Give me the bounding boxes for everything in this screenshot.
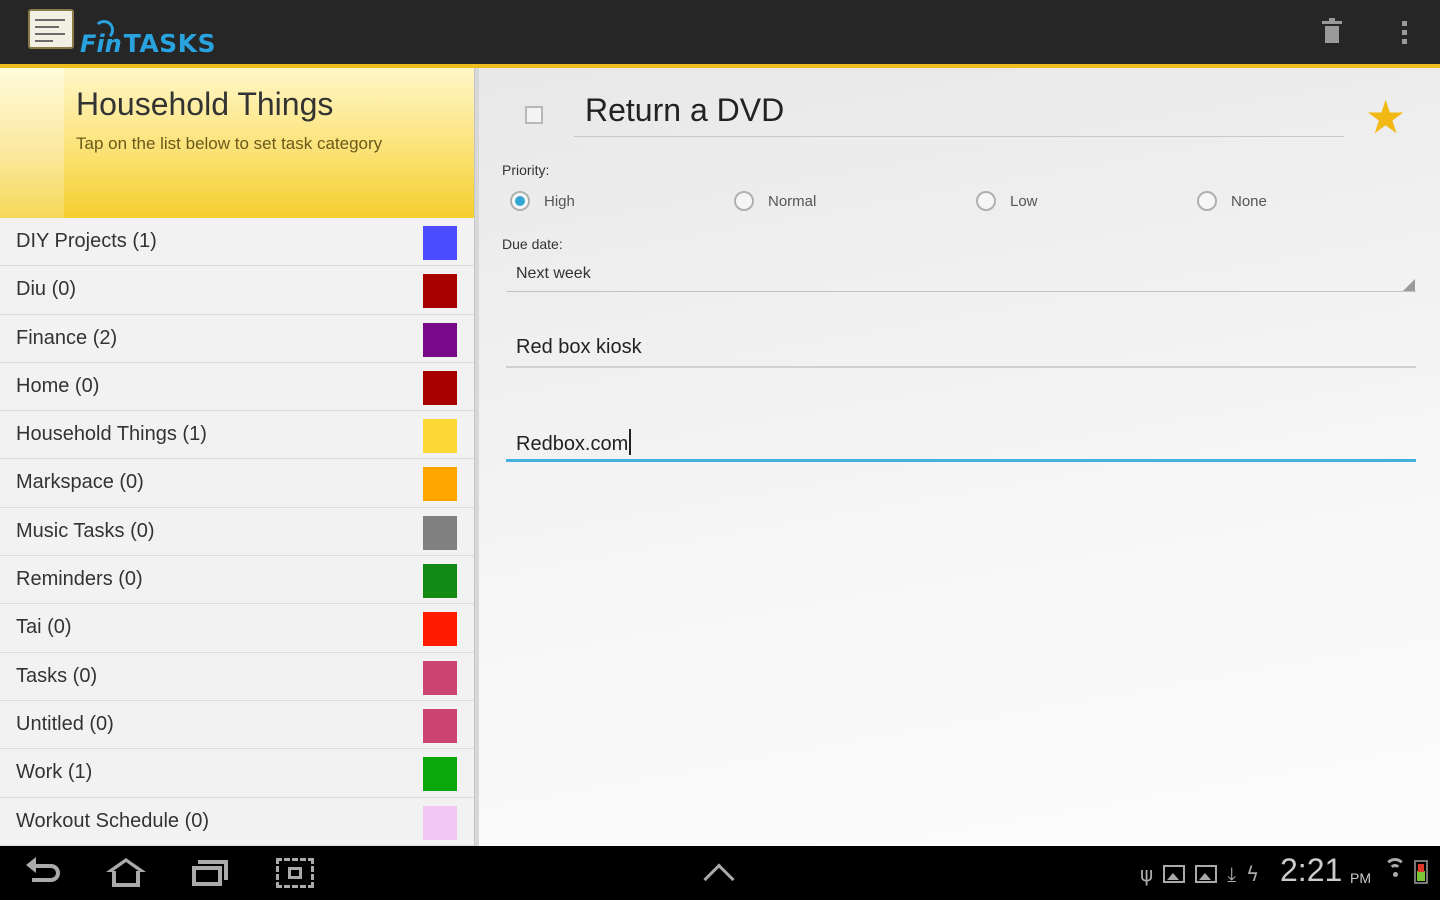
radio-icon — [734, 191, 754, 211]
overflow-menu-icon — [1401, 20, 1407, 44]
category-item[interactable]: Home (0) — [0, 363, 474, 412]
category-item[interactable]: Household Things (1) — [0, 411, 474, 460]
clock-time[interactable]: 2:21 — [1280, 852, 1342, 889]
task-detail: Return a DVD ★ Priority: High Normal Low No… — [479, 68, 1440, 846]
category-item[interactable]: Markspace (0) — [0, 459, 474, 508]
priority-option-label: None — [1231, 192, 1267, 210]
category-item[interactable]: Work (1) — [0, 749, 474, 798]
radio-icon — [976, 191, 996, 211]
category-item[interactable]: Diu (0) — [0, 266, 474, 315]
category-label: Work (1) — [16, 761, 93, 784]
system-bar: ψ ⤓ ϟ 2:21 PM — [0, 846, 1440, 900]
screenshot-button[interactable] — [274, 856, 318, 890]
priority-option-label: High — [544, 192, 575, 210]
due-date-label: Due date: — [502, 236, 563, 252]
download-icon: ⤓ — [1227, 862, 1237, 886]
category-label: Markspace (0) — [16, 471, 144, 494]
category-item[interactable]: DIY Projects (1) — [0, 218, 474, 267]
image-icon — [1195, 865, 1218, 883]
category-color-swatch — [423, 612, 457, 647]
url-field[interactable]: Redbox.com — [516, 429, 632, 456]
category-header: Household Things Tap on the list below t… — [0, 68, 474, 218]
notification-icons[interactable]: ψ ⤓ ϟ — [1140, 860, 1259, 888]
category-item[interactable]: Finance (2) — [0, 315, 474, 363]
note-underline — [506, 366, 1416, 368]
category-subtitle: Tap on the list below to set task catego… — [76, 134, 383, 153]
category-label: Untitled (0) — [16, 712, 114, 735]
priority-option[interactable]: None — [1197, 191, 1267, 211]
category-color-swatch — [423, 419, 457, 454]
due-date-underline — [506, 291, 1416, 292]
priority-option[interactable]: Low — [976, 191, 1038, 211]
priority-option[interactable]: High — [510, 191, 575, 211]
category-color-swatch — [423, 322, 457, 357]
priority-label: Priority: — [502, 162, 550, 178]
category-item[interactable]: Tai (0) — [0, 604, 474, 653]
sync-icon: ϟ — [1246, 862, 1260, 886]
home-icon — [106, 858, 146, 872]
note-field[interactable]: Red box kiosk — [516, 336, 642, 359]
wifi-icon — [1384, 858, 1406, 880]
overflow-menu-button[interactable] — [1386, 14, 1422, 50]
category-title: Household Things — [76, 86, 334, 122]
category-color-swatch — [423, 515, 457, 550]
category-label: Tasks (0) — [16, 664, 98, 687]
url-field-text: Redbox.com — [516, 433, 629, 455]
url-underline-focused — [506, 459, 1416, 462]
category-item[interactable]: Tasks (0) — [0, 653, 474, 701]
task-title-input[interactable]: Return a DVD — [585, 92, 784, 129]
home-button[interactable] — [104, 856, 148, 890]
priority-option-label: Low — [1010, 192, 1038, 210]
trash-icon — [1322, 18, 1342, 43]
category-color-swatch — [423, 757, 457, 792]
app-logo: Fin TASKS — [80, 12, 216, 56]
category-item[interactable]: Untitled (0) — [0, 701, 474, 750]
clock-ampm: PM — [1350, 870, 1371, 886]
category-label: Tai (0) — [16, 616, 72, 639]
priority-option[interactable]: Normal — [734, 191, 816, 211]
radio-icon — [1197, 191, 1217, 211]
category-item[interactable]: Music Tasks (0) — [0, 508, 474, 557]
category-label: Workout Schedule (0) — [16, 809, 210, 832]
due-date-select[interactable]: Next week — [516, 265, 591, 283]
category-label: Finance (2) — [16, 326, 118, 349]
text-cursor — [629, 429, 632, 455]
category-item[interactable]: Workout Schedule (0) — [0, 798, 474, 846]
category-item[interactable]: Reminders (0) — [0, 556, 474, 605]
title-underline — [574, 136, 1344, 137]
recent-apps-button[interactable] — [190, 856, 234, 890]
priority-option-label: Normal — [768, 192, 817, 210]
action-bar: Fin TASKS — [0, 0, 1440, 64]
category-color-swatch — [423, 660, 457, 695]
category-label: Diu (0) — [16, 278, 77, 301]
category-label: Household Things (1) — [16, 423, 207, 446]
back-button[interactable] — [24, 856, 68, 890]
task-complete-checkbox[interactable] — [525, 106, 543, 124]
category-color-swatch — [423, 564, 457, 599]
logo-prefix: Fin — [80, 20, 122, 58]
delete-button[interactable] — [1314, 14, 1350, 50]
category-color-swatch — [423, 708, 457, 743]
category-label: Home (0) — [16, 374, 100, 397]
logo-text: TASKS — [123, 29, 217, 58]
category-label: Music Tasks (0) — [16, 519, 155, 542]
category-label: DIY Projects (1) — [16, 230, 157, 252]
mini-apps-button[interactable] — [698, 856, 742, 895]
star-icon[interactable]: ★ — [1365, 94, 1411, 140]
battery-icon — [1414, 860, 1428, 884]
radio-icon — [510, 191, 530, 211]
category-label: Reminders (0) — [16, 568, 143, 591]
usb-icon: ψ — [1140, 862, 1154, 886]
chevron-up-icon — [703, 863, 735, 895]
category-color-swatch — [423, 274, 457, 309]
app-icon[interactable] — [28, 9, 74, 49]
category-panel: Household Things Tap on the list below t… — [0, 68, 474, 846]
dropdown-corner-icon — [1403, 279, 1415, 291]
category-list: DIY Projects (1) Diu (0) Finance (2) Home (… — [0, 218, 474, 846]
category-color-swatch — [423, 805, 457, 840]
category-color-swatch — [423, 370, 457, 405]
category-color-swatch — [423, 226, 457, 260]
category-color-swatch — [423, 467, 457, 502]
image-icon — [1163, 865, 1186, 883]
